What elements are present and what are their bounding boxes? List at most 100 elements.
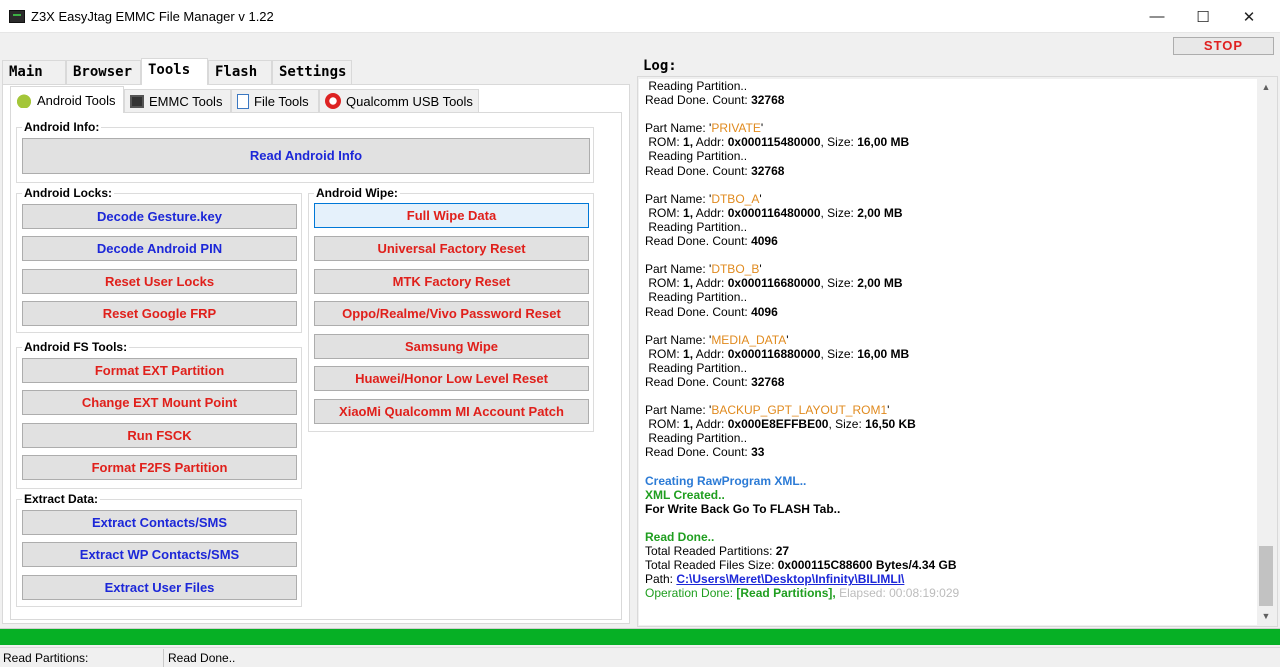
log-partition-size: 2,00 MB <box>857 205 903 220</box>
title-bar: Z3X EasyJtag EMMC File Manager v 1.22 — … <box>0 0 1280 33</box>
log-scrollbar[interactable]: ▲ ▼ <box>1257 79 1275 625</box>
tab-settings[interactable]: Settings <box>272 60 352 84</box>
scroll-up-icon[interactable]: ▲ <box>1257 79 1275 96</box>
stop-button[interactable]: STOP <box>1173 37 1274 55</box>
format-f2fs-partition-button[interactable]: Format F2FS Partition <box>22 455 297 480</box>
extract-wp-contacts-sms-button[interactable]: Extract WP Contacts/SMS <box>22 542 297 567</box>
tab-main[interactable]: Main <box>2 60 66 84</box>
run-fsck-button[interactable]: Run FSCK <box>22 423 297 448</box>
log-partition-rom: 1 <box>683 205 690 220</box>
extract-contacts-sms-button[interactable]: Extract Contacts/SMS <box>22 510 297 535</box>
log-partition-count: 4096 <box>751 234 778 249</box>
format-ext-partition-button[interactable]: Format EXT Partition <box>22 358 297 383</box>
log-line: ROM: 1, Addr: 0x000E8EFFBE00, Size: 16,5… <box>645 417 916 432</box>
log-partition-read-done: Read Done. Count: <box>645 304 752 319</box>
progress-bar <box>0 628 1280 645</box>
log-partition-size: 16,50 KB <box>865 417 916 432</box>
log-partition-read-done: Read Done. Count: <box>645 163 752 178</box>
status-bar: Read Partitions: Read Done.. <box>0 647 1280 667</box>
android-wipe-group: Android Wipe: Full Wipe Data Universal F… <box>308 186 594 432</box>
read-android-info-button[interactable]: Read Android Info <box>22 138 590 174</box>
extract-data-label: Extract Data: <box>22 492 101 506</box>
log-line: Reading Partition.. <box>645 431 959 445</box>
reset-google-frp-button[interactable]: Reset Google FRP <box>22 301 297 326</box>
huawei-honor-low-level-reset-button[interactable]: Huawei/Honor Low Level Reset <box>314 366 589 391</box>
log-path-link[interactable]: C:\Users\Meret\Desktop\Infinity\BILIMLI\ <box>676 572 904 586</box>
scroll-down-icon[interactable]: ▼ <box>1257 608 1275 625</box>
samsung-wipe-button[interactable]: Samsung Wipe <box>314 334 589 359</box>
log-output[interactable]: Reading Partition.. Read Done. Count: 32… <box>639 79 1257 625</box>
minimize-button[interactable]: — <box>1134 0 1180 33</box>
tab-android-tools-label: Android Tools <box>37 92 116 108</box>
maximize-button[interactable]: ☐ <box>1180 0 1226 33</box>
xiaomi-qualcomm-mi-account-patch-button[interactable]: XiaoMi Qualcomm MI Account Patch <box>314 399 589 424</box>
log-partition-reading: Reading Partition.. <box>648 149 748 164</box>
status-left: Read Partitions: <box>3 651 89 665</box>
android-icon <box>16 92 32 108</box>
log-partition-rom: 1 <box>683 135 690 150</box>
android-fs-tools-label: Android FS Tools: <box>22 340 130 354</box>
full-wipe-data-button[interactable]: Full Wipe Data <box>314 203 589 228</box>
tab-tools[interactable]: Tools <box>141 58 208 85</box>
log-elapsed: Elapsed: 00:08:19:029 <box>835 586 960 601</box>
log-partition-rom: 1 <box>683 346 690 361</box>
log-partition-name: MEDIA_DATA <box>711 332 787 347</box>
log-line: Read Done. Count: 32768 <box>645 164 959 178</box>
log-gap <box>645 319 959 333</box>
log-partition-name: DTBO_A <box>711 191 760 206</box>
log-path-label: Path: <box>645 572 677 587</box>
log-partition-size: 16,00 MB <box>857 135 910 150</box>
extract-data-group: Extract Data: Extract Contacts/SMS Extra… <box>16 492 302 607</box>
tab-qualcomm-usb-tools-label: Qualcomm USB Tools <box>346 93 473 109</box>
log-line: ROM: 1, Addr: 0x000115480000, Size: 16,0… <box>645 135 910 150</box>
tab-browser[interactable]: Browser <box>66 60 141 84</box>
log-partition-read-done: Read Done. Count: <box>645 374 752 389</box>
log-line: ROM: 1, Addr: 0x000116480000, Size: 2,00… <box>645 205 903 220</box>
progress-fill <box>0 629 1280 645</box>
android-info-group: Android Info: Read Android Info <box>16 120 594 183</box>
log-total-partitions-label: Total Readed Partitions: <box>645 544 776 559</box>
status-right: Read Done.. <box>168 651 236 665</box>
log-total-partitions: 27 <box>775 544 790 559</box>
decode-gesture-key-button[interactable]: Decode Gesture.key <box>22 204 297 229</box>
status-separator <box>163 649 164 667</box>
tab-file-tools[interactable]: File Tools <box>231 89 319 112</box>
qualcomm-icon <box>325 93 341 109</box>
change-ext-mount-point-button[interactable]: Change EXT Mount Point <box>22 390 297 415</box>
log-partition-count: 4096 <box>751 304 778 319</box>
log-partition-reading: Reading Partition.. <box>648 360 748 375</box>
tab-emmc-tools[interactable]: EMMC Tools <box>124 89 231 112</box>
android-info-label: Android Info: <box>22 120 102 134</box>
log-total-size-label: Total Readed Files Size: <box>645 558 778 573</box>
log-creating: Creating RawProgram XML.. <box>645 473 807 488</box>
tab-android-tools[interactable]: Android Tools <box>10 86 124 113</box>
tab-qualcomm-usb-tools[interactable]: Qualcomm USB Tools <box>319 89 479 112</box>
mtk-factory-reset-button[interactable]: MTK Factory Reset <box>314 269 589 294</box>
tab-emmc-tools-label: EMMC Tools <box>149 93 223 109</box>
log-xml-created: XML Created.. <box>645 487 725 502</box>
oppo-realme-vivo-password-reset-button[interactable]: Oppo/Realme/Vivo Password Reset <box>314 301 589 326</box>
tab-flash[interactable]: Flash <box>208 60 272 84</box>
log-line: Part Name: 'DTBO_B' <box>645 262 762 277</box>
log-line: ROM: 1, Addr: 0x000116880000, Size: 16,0… <box>645 346 910 361</box>
decode-android-pin-button[interactable]: Decode Android PIN <box>22 236 297 261</box>
reset-user-locks-button[interactable]: Reset User Locks <box>22 269 297 294</box>
log-partition-count: 32768 <box>751 374 785 389</box>
extract-user-files-button[interactable]: Extract User Files <box>22 575 297 600</box>
log-partition-read-done: Read Done. Count: <box>645 234 752 249</box>
log-line: Read Done. Count: 33 <box>645 445 959 459</box>
log-partition-name: DTBO_B <box>711 262 760 277</box>
scroll-thumb[interactable] <box>1259 546 1273 606</box>
log-partition-reading: Reading Partition.. <box>648 431 748 446</box>
log-line: Reading Partition.. <box>645 149 959 163</box>
close-button[interactable]: ✕ <box>1226 0 1272 33</box>
log-gap <box>645 178 959 192</box>
android-wipe-label: Android Wipe: <box>314 186 400 200</box>
log-read-done-final: Read Done.. <box>645 530 715 544</box>
file-icon <box>237 93 249 109</box>
universal-factory-reset-button[interactable]: Universal Factory Reset <box>314 236 589 261</box>
log-partition-addr: 0x000116680000 <box>727 276 821 291</box>
log-gap <box>645 389 959 403</box>
log-partition-reading: Reading Partition.. <box>648 219 748 234</box>
log-read-done-count: 32768 <box>751 93 785 108</box>
